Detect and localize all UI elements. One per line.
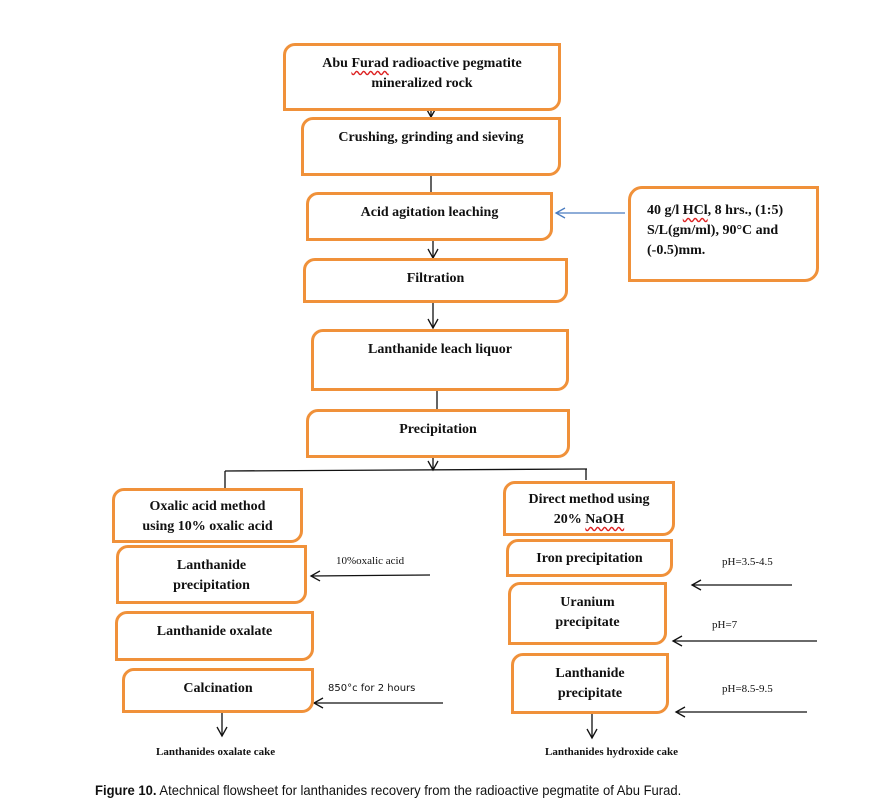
calcination-box: Calcination xyxy=(122,668,314,713)
step-ore-box: Abu Furad radioactive pegmatite minerali… xyxy=(283,43,561,111)
branch-split-line xyxy=(224,468,588,472)
output-label-oxalate-cake: Lanthanides oxalate cake xyxy=(156,746,276,758)
figure-caption: Figure 10. Atechnical flowsheet for lant… xyxy=(95,782,681,798)
lanthanide-precipitation-line-2: precipitation xyxy=(173,578,250,593)
cond-line-1-b: , 8 hrs., (1:5) xyxy=(707,203,784,218)
figure-caption-label: Figure 10. xyxy=(95,782,157,798)
input-arrow-oxalic-acid xyxy=(309,570,431,582)
output-label-hydroxide-cake: Lanthanides hydroxide cake xyxy=(545,746,679,758)
input-label-oxalic-acid: 10%oxalic acid xyxy=(336,555,405,567)
iron-precipitation-box: Iron precipitation xyxy=(506,539,673,577)
step-leach-liquor-label: Lanthanide leach liquor xyxy=(368,342,512,357)
cond-line-2: S/L(gm/ml), 90°C and xyxy=(647,223,779,238)
uranium-precipitate-line-2: precipitate xyxy=(555,615,620,630)
cond-line-3: (-0.5)mm. xyxy=(647,243,706,258)
step-precipitation-box: Precipitation xyxy=(306,409,570,458)
cond-line-1-hcl: HCl xyxy=(682,203,708,218)
step-ore-word-1: Abu xyxy=(322,56,352,71)
lanthanide-precipitation-box: Lanthanide precipitation xyxy=(116,545,307,604)
oxalic-method-box: Oxalic acid method using 10% oxalic acid xyxy=(112,488,303,543)
lanthanide-precipitate-line-1: Lanthanide xyxy=(555,666,625,681)
input-label-ph-3-5: pH=3.5-4.5 xyxy=(722,556,773,568)
step-leaching-label: Acid agitation leaching xyxy=(360,205,499,220)
lanthanide-oxalate-label: Lanthanide oxalate xyxy=(156,624,273,639)
direct-method-line-1: Direct method using xyxy=(528,492,650,507)
input-label-ph-8-5: pH=8.5-9.5 xyxy=(722,683,773,695)
lanthanide-oxalate-box: Lanthanide oxalate xyxy=(115,611,314,661)
oxalic-method-line-1: Oxalic acid method xyxy=(149,499,266,514)
cond-line-1-a: 40 g/l xyxy=(647,203,683,218)
step-precipitation-label: Precipitation xyxy=(399,422,477,437)
input-label-ph-7: pH=7 xyxy=(712,619,738,631)
leaching-conditions-box: 40 g/l HCl, 8 hrs., (1:5) S/L(gm/ml), 90… xyxy=(628,186,819,282)
step-leach-liquor-box: Lanthanide leach liquor xyxy=(311,329,569,391)
uranium-precipitate-line-1: Uranium xyxy=(560,595,615,610)
input-label-calcination: 850°c for 2 hours xyxy=(328,683,416,694)
step-crushing-box: Crushing, grinding and sieving xyxy=(301,117,561,176)
lanthanide-precipitate-line-2: precipitate xyxy=(557,686,623,701)
step-crushing-label: Crushing, grinding and sieving xyxy=(338,130,524,145)
direct-method-box: Direct method using 20% NaOH xyxy=(503,481,675,536)
step-ore-line-1-rest: radioactive pegmatite xyxy=(388,56,522,71)
direct-method-naoh: NaOH xyxy=(585,512,625,527)
uranium-precipitate-box: Uranium precipitate xyxy=(508,582,667,645)
figure-caption-text: Atechnical flowsheet for lanthanides rec… xyxy=(156,782,682,798)
direct-method-line-2-a: 20% xyxy=(553,512,586,527)
oxalic-method-line-2: using 10% oxalic acid xyxy=(142,519,273,534)
step-filtration-box: Filtration xyxy=(303,258,568,303)
step-ore-word-furad: Furad xyxy=(351,56,389,71)
step-ore-line-2: mineralized rock xyxy=(371,76,473,91)
lanthanide-precipitation-line-1: Lanthanide xyxy=(176,558,247,573)
flowsheet-diagram: Abu Furad radioactive pegmatite minerali… xyxy=(0,0,887,810)
step-leaching-box: Acid agitation leaching xyxy=(306,192,553,241)
lanthanide-precipitate-box: Lanthanide precipitate xyxy=(511,653,669,714)
step-filtration-label: Filtration xyxy=(406,271,465,286)
iron-precipitation-label: Iron precipitation xyxy=(536,551,643,566)
calcination-label: Calcination xyxy=(183,681,253,696)
